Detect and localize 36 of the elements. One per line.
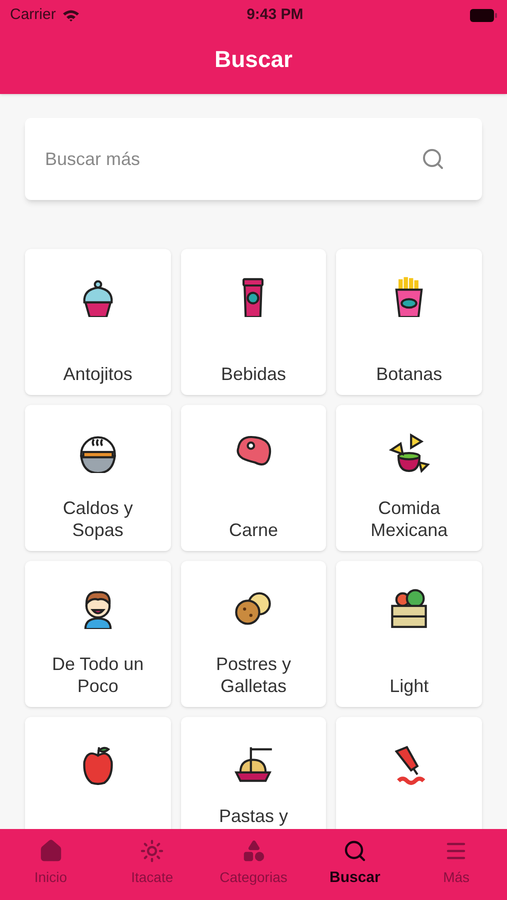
- tab-item[interactable]: Buscar: [304, 839, 406, 890]
- category-label: Carne: [228, 519, 279, 541]
- category-label: Pastas y: [218, 805, 289, 827]
- page-title: Buscar: [214, 44, 292, 74]
- search-field[interactable]: Buscar más: [25, 118, 482, 200]
- search-icon[interactable]: [421, 147, 445, 171]
- category-card[interactable]: Antojitos: [25, 249, 171, 395]
- search-input[interactable]: Buscar más: [45, 146, 421, 172]
- carrier-label: Carrier: [10, 4, 56, 25]
- category-card[interactable]: Caldos y Sopas: [25, 405, 171, 551]
- wifi-icon: [62, 8, 80, 22]
- category-card[interactable]: Botanas: [336, 249, 482, 395]
- status-time: 9:43 PM: [246, 4, 304, 25]
- category-label: Bebidas: [220, 363, 288, 385]
- category-card[interactable]: Postres y Galletas: [180, 561, 326, 707]
- nachos-icon: [388, 431, 430, 473]
- battery-icon: [470, 8, 497, 22]
- category-card[interactable]: De Todo un Poco: [25, 561, 171, 707]
- category-label: Botanas: [375, 363, 444, 385]
- category-label: Postres y Galletas: [214, 653, 292, 697]
- category-card[interactable]: Bebidas: [180, 249, 326, 395]
- home-icon: [38, 839, 63, 863]
- category-label: Antojitos: [62, 363, 134, 385]
- category-card[interactable]: Comida Mexicana: [336, 405, 482, 551]
- sun-icon: [140, 839, 164, 863]
- category-label: Light: [388, 675, 430, 697]
- category-card[interactable]: [25, 717, 171, 829]
- category-label: Comida Mexicana: [370, 497, 449, 541]
- category-card[interactable]: Carne: [180, 405, 326, 551]
- category-label: De Todo un Poco: [50, 653, 145, 697]
- search-icon: [342, 839, 367, 863]
- category-card[interactable]: [336, 717, 482, 829]
- category-card[interactable]: Pastas y: [180, 717, 326, 829]
- category-label: Caldos y Sopas: [62, 497, 134, 541]
- category-card[interactable]: Light: [336, 561, 482, 707]
- shapes-icon: [242, 839, 266, 863]
